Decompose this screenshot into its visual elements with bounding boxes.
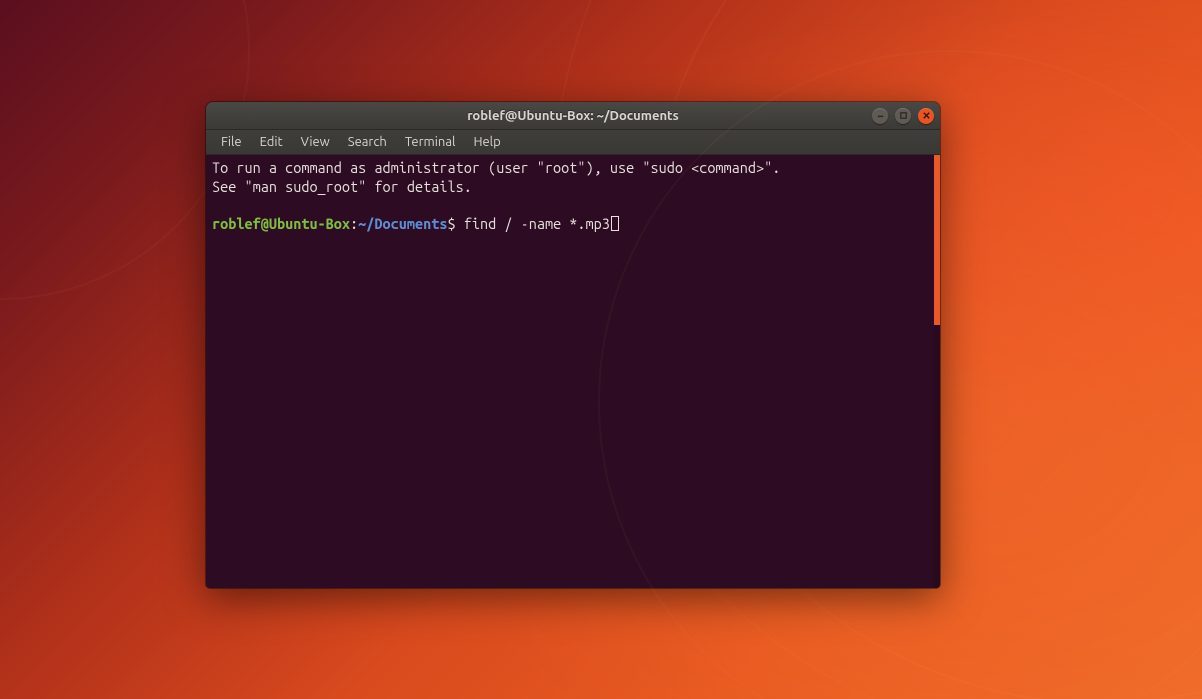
menu-view[interactable]: View: [292, 132, 339, 152]
maximize-button[interactable]: [895, 108, 911, 124]
terminal-command-input[interactable]: find / -name *.mp3: [464, 215, 610, 232]
menu-terminal[interactable]: Terminal: [396, 132, 465, 152]
prompt-separator: :: [350, 215, 358, 232]
window-title: roblef@Ubuntu-Box: ~/Documents: [206, 109, 940, 123]
terminal-output-line: To run a command as administrator (user …: [212, 159, 780, 176]
scrollbar-track[interactable]: [934, 155, 940, 588]
window-titlebar[interactable]: roblef@Ubuntu-Box: ~/Documents: [206, 102, 940, 130]
prompt-cwd: ~/Documents: [358, 215, 447, 232]
window-controls: [872, 108, 934, 124]
minimize-icon: [876, 111, 885, 120]
terminal-output-line: See "man sudo_root" for details.: [212, 178, 472, 195]
menu-file[interactable]: File: [212, 132, 251, 152]
terminal-viewport[interactable]: To run a command as administrator (user …: [206, 155, 940, 588]
maximize-icon: [899, 111, 908, 120]
prompt-sigil: $: [448, 215, 456, 232]
terminal-cursor: [611, 216, 619, 231]
prompt-user-host: roblef@Ubuntu-Box: [212, 215, 350, 232]
minimize-button[interactable]: [872, 108, 888, 124]
menu-help[interactable]: Help: [464, 132, 509, 152]
close-button[interactable]: [918, 108, 934, 124]
scrollbar-thumb[interactable]: [934, 155, 940, 325]
close-icon: [922, 111, 931, 120]
menu-search[interactable]: Search: [339, 132, 396, 152]
menu-edit[interactable]: Edit: [251, 132, 292, 152]
terminal-window: roblef@Ubuntu-Box: ~/Documents File Edit…: [206, 102, 940, 588]
menubar: File Edit View Search Terminal Help: [206, 130, 940, 155]
